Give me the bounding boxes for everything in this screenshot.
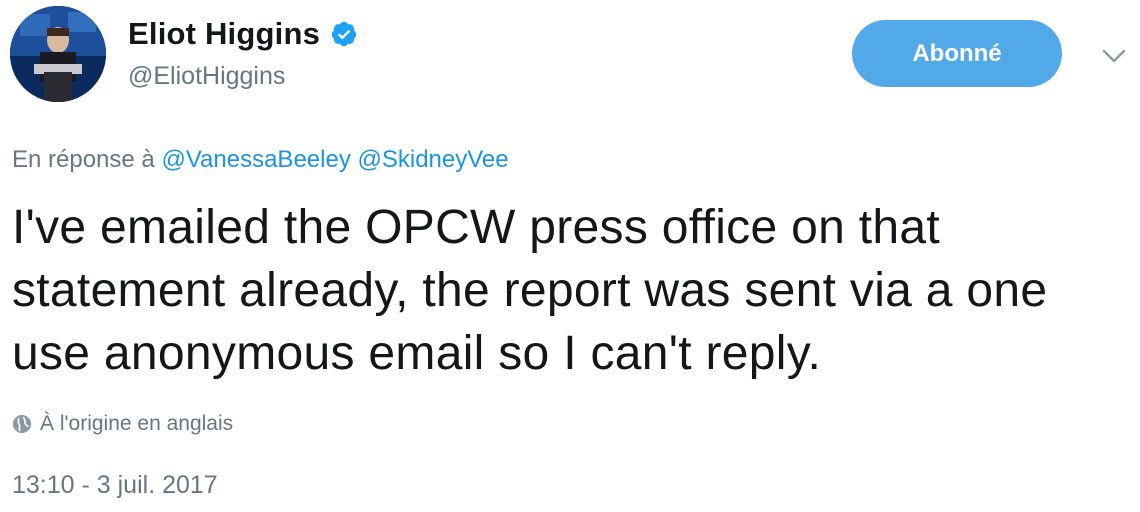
chevron-down-icon[interactable] bbox=[1100, 46, 1128, 66]
tweet-timestamp[interactable]: 13:10 - 3 juil. 2017 bbox=[12, 471, 218, 500]
translation-info[interactable]: À l'origine en anglais bbox=[12, 410, 233, 438]
mention-link-skidneyvee[interactable]: @SkidneyVee bbox=[358, 146, 509, 173]
tweet-card: Eliot Higgins @EliotHiggins Abonné En ré… bbox=[0, 0, 1140, 512]
globe-icon bbox=[12, 414, 32, 434]
following-button[interactable]: Abonné bbox=[852, 20, 1062, 87]
avatar-photo bbox=[10, 6, 106, 102]
verified-badge-icon bbox=[330, 20, 358, 48]
author-display-name[interactable]: Eliot Higgins bbox=[128, 16, 320, 52]
author-handle[interactable]: @EliotHiggins bbox=[128, 62, 285, 91]
translation-label: À l'origine en anglais bbox=[40, 412, 234, 435]
avatar[interactable] bbox=[10, 6, 106, 102]
mention-link-vanessabeeley[interactable]: @VanessaBeeley bbox=[161, 146, 350, 173]
reply-context-prefix: En réponse à bbox=[12, 146, 155, 173]
tweet-text: I've emailed the OPCW press office on th… bbox=[12, 201, 1048, 380]
author-name-row: Eliot Higgins bbox=[128, 14, 358, 54]
reply-context: En réponse à @VanessaBeeley @SkidneyVee bbox=[12, 146, 509, 174]
